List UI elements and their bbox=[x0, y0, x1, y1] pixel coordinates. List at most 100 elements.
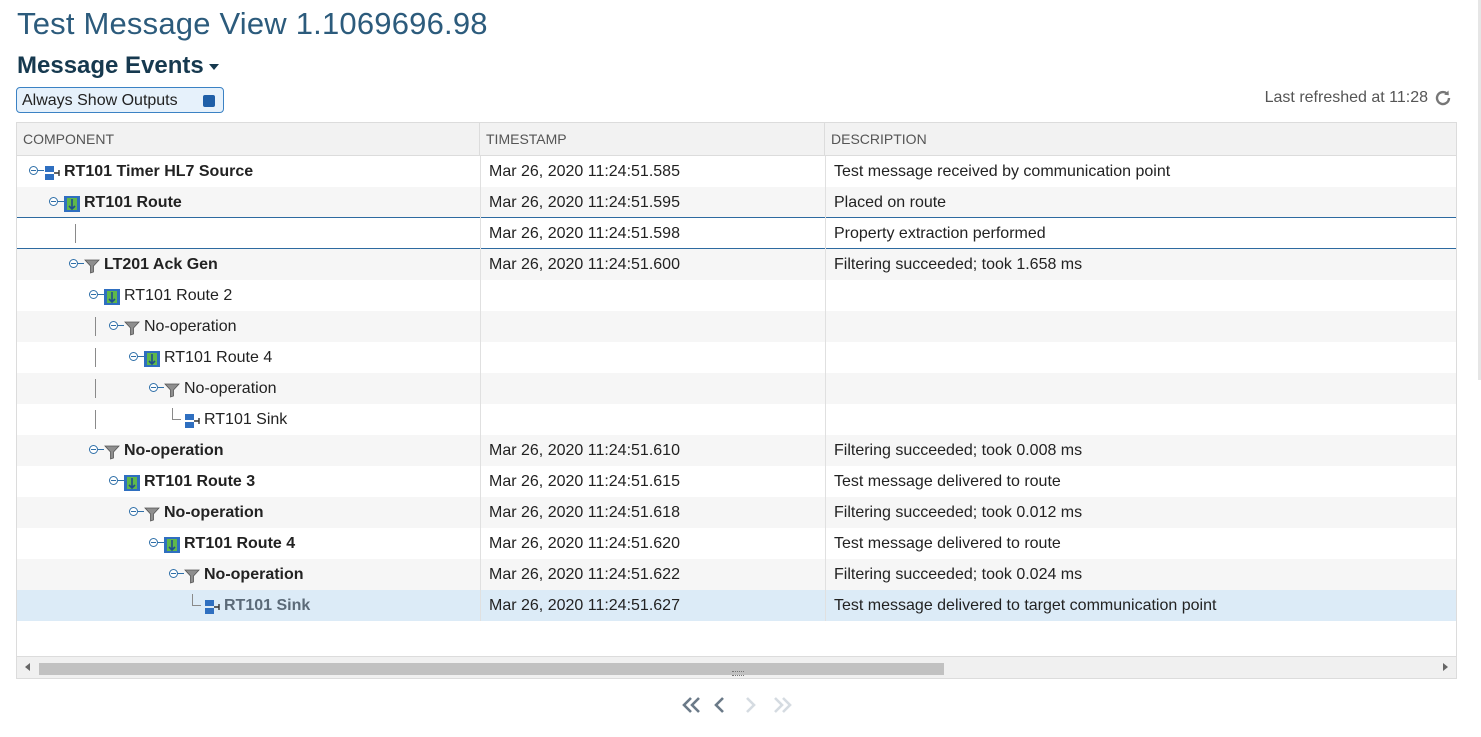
table-row[interactable]: RT101 Route 3 Mar 26, 2020 11:24:51.615 Te… bbox=[17, 466, 1456, 497]
previous-page-icon[interactable] bbox=[712, 694, 728, 716]
collapse-toggle-icon[interactable] bbox=[49, 197, 58, 206]
collapse-toggle-icon[interactable] bbox=[149, 383, 158, 392]
collapse-toggle-icon[interactable] bbox=[89, 445, 98, 454]
description-cell: Test message received by communication p… bbox=[825, 156, 1456, 187]
description-cell: Filtering succeeded; took 0.012 ms bbox=[825, 497, 1456, 528]
component-cell: RT101 Sink bbox=[17, 404, 480, 435]
table-row[interactable]: RT101 Sink bbox=[17, 404, 1456, 435]
resize-grip-icon[interactable] bbox=[732, 671, 744, 676]
collapse-toggle-icon[interactable] bbox=[29, 166, 38, 175]
component-cell bbox=[17, 218, 480, 249]
table-row[interactable]: RT101 Timer HL7 Source Mar 26, 2020 11:24… bbox=[17, 156, 1456, 187]
component-name: No-operation bbox=[204, 566, 304, 583]
scroll-left-icon[interactable] bbox=[25, 663, 30, 671]
scroll-right-icon[interactable] bbox=[1443, 663, 1448, 671]
table-row[interactable]: No-operation Mar 26, 2020 11:24:51.618 Fil… bbox=[17, 497, 1456, 528]
table-row[interactable]: Mar 26, 2020 11:24:51.598 Property extrac… bbox=[17, 218, 1456, 249]
component-cell: No-operation bbox=[17, 373, 480, 404]
tree-elbow-line bbox=[192, 594, 201, 606]
description-cell bbox=[825, 342, 1456, 373]
component-cell: RT101 Route 3 bbox=[17, 466, 480, 497]
component-cell: RT101 Sink bbox=[17, 590, 480, 621]
component-name: No-operation bbox=[184, 380, 277, 397]
description-cell bbox=[825, 404, 1456, 435]
timestamp-cell bbox=[480, 342, 825, 373]
section-title: Message Events bbox=[17, 52, 204, 79]
component-name: RT101 Route 4 bbox=[164, 349, 273, 366]
collapse-toggle-icon[interactable] bbox=[89, 290, 98, 299]
component-name: RT101 Route bbox=[84, 194, 182, 211]
table-row[interactable]: No-operation bbox=[17, 311, 1456, 342]
component-name: No-operation bbox=[164, 504, 264, 521]
component-name: RT101 Sink bbox=[204, 411, 288, 428]
component-name: No-operation bbox=[124, 442, 224, 459]
timestamp-cell bbox=[480, 311, 825, 342]
component-cell: No-operation bbox=[17, 435, 480, 466]
collapse-toggle-icon[interactable] bbox=[109, 476, 118, 485]
component-cell: RT101 Route 2 bbox=[17, 280, 480, 311]
component-cell: No-operation bbox=[17, 311, 480, 342]
grid-header: COMPONENT TIMESTAMP DESCRIPTION bbox=[17, 123, 1456, 156]
collapse-toggle-icon[interactable] bbox=[109, 321, 118, 330]
collapse-toggle-icon[interactable] bbox=[129, 507, 138, 516]
always-show-outputs-toggle[interactable]: Always Show Outputs bbox=[16, 87, 224, 113]
filter-icon bbox=[83, 255, 101, 274]
horizontal-scrollbar[interactable] bbox=[17, 656, 1456, 678]
timestamp-cell bbox=[480, 404, 825, 435]
component-cell: No-operation bbox=[17, 497, 480, 528]
tree-guide-line bbox=[95, 348, 96, 367]
table-row[interactable]: RT101 Route 4 Mar 26, 2020 11:24:51.620 Te… bbox=[17, 528, 1456, 559]
component-name: RT101 Sink bbox=[224, 597, 311, 614]
first-page-icon[interactable] bbox=[681, 694, 703, 716]
component-cell: RT101 Route 4 bbox=[17, 528, 480, 559]
collapse-toggle-icon[interactable] bbox=[129, 352, 138, 361]
timestamp-cell: Mar 26, 2020 11:24:51.627 bbox=[480, 590, 825, 621]
collapse-toggle-icon[interactable] bbox=[69, 259, 78, 268]
description-cell bbox=[825, 373, 1456, 404]
message-events-grid: COMPONENT TIMESTAMP DESCRIPTION RT101 Ti… bbox=[16, 122, 1457, 679]
collapse-toggle-icon[interactable] bbox=[149, 538, 158, 547]
route-icon bbox=[103, 286, 121, 305]
last-page-icon[interactable] bbox=[771, 694, 793, 716]
table-row[interactable]: No-operation Mar 26, 2020 11:24:51.622 Fil… bbox=[17, 559, 1456, 590]
table-row[interactable]: RT101 Route 4 bbox=[17, 342, 1456, 373]
collapse-toggle-icon[interactable] bbox=[169, 569, 178, 578]
table-row[interactable]: No-operation Mar 26, 2020 11:24:51.610 Fil… bbox=[17, 435, 1456, 466]
filter-icon bbox=[163, 379, 181, 398]
component-cell: LT201 Ack Gen bbox=[17, 249, 480, 280]
next-page-icon[interactable] bbox=[742, 694, 758, 716]
table-row[interactable]: LT201 Ack Gen Mar 26, 2020 11:24:51.600 Fi… bbox=[17, 249, 1456, 280]
description-cell bbox=[825, 311, 1456, 342]
toggle-label: Always Show Outputs bbox=[22, 92, 178, 109]
column-header-component[interactable]: COMPONENT bbox=[17, 123, 480, 155]
table-row[interactable]: RT101 Route 2 bbox=[17, 280, 1456, 311]
component-name: RT101 Route 4 bbox=[184, 535, 296, 552]
column-header-timestamp[interactable]: TIMESTAMP bbox=[480, 123, 825, 155]
description-cell: Filtering succeeded; took 1.658 ms bbox=[825, 249, 1456, 280]
table-row[interactable]: No-operation bbox=[17, 373, 1456, 404]
table-row[interactable]: RT101 Sink Mar 26, 2020 11:24:51.627 Test … bbox=[17, 590, 1456, 621]
route-icon bbox=[163, 534, 181, 553]
description-cell: Placed on route bbox=[825, 187, 1456, 218]
message-events-dropdown[interactable]: Message Events bbox=[17, 52, 219, 80]
comm-point-icon bbox=[183, 410, 201, 428]
page-title: Test Message View 1.1069696.98 bbox=[17, 6, 488, 41]
table-row[interactable]: RT101 Route Mar 26, 2020 11:24:51.595 Plac… bbox=[17, 187, 1456, 218]
scrollbar-thumb[interactable] bbox=[39, 663, 944, 675]
timestamp-cell: Mar 26, 2020 11:24:51.622 bbox=[480, 559, 825, 590]
description-cell: Test message delivered to target communi… bbox=[825, 590, 1456, 621]
column-header-description[interactable]: DESCRIPTION bbox=[825, 123, 1456, 155]
timestamp-cell: Mar 26, 2020 11:24:51.598 bbox=[480, 218, 825, 249]
timestamp-cell bbox=[480, 280, 825, 311]
tree-guide-line bbox=[95, 410, 96, 429]
component-name: No-operation bbox=[144, 318, 237, 335]
timestamp-cell: Mar 26, 2020 11:24:51.600 bbox=[480, 249, 825, 280]
description-cell: Test message delivered to route bbox=[825, 466, 1456, 497]
filter-icon bbox=[143, 503, 161, 522]
comm-point-icon bbox=[43, 162, 61, 180]
component-cell: RT101 Route bbox=[17, 187, 480, 218]
component-name: RT101 Timer HL7 Source bbox=[64, 163, 254, 180]
refresh-icon[interactable] bbox=[1433, 88, 1453, 108]
caret-down-icon bbox=[208, 63, 219, 70]
last-refreshed-text: Last refreshed at 11:28 bbox=[1264, 89, 1428, 106]
